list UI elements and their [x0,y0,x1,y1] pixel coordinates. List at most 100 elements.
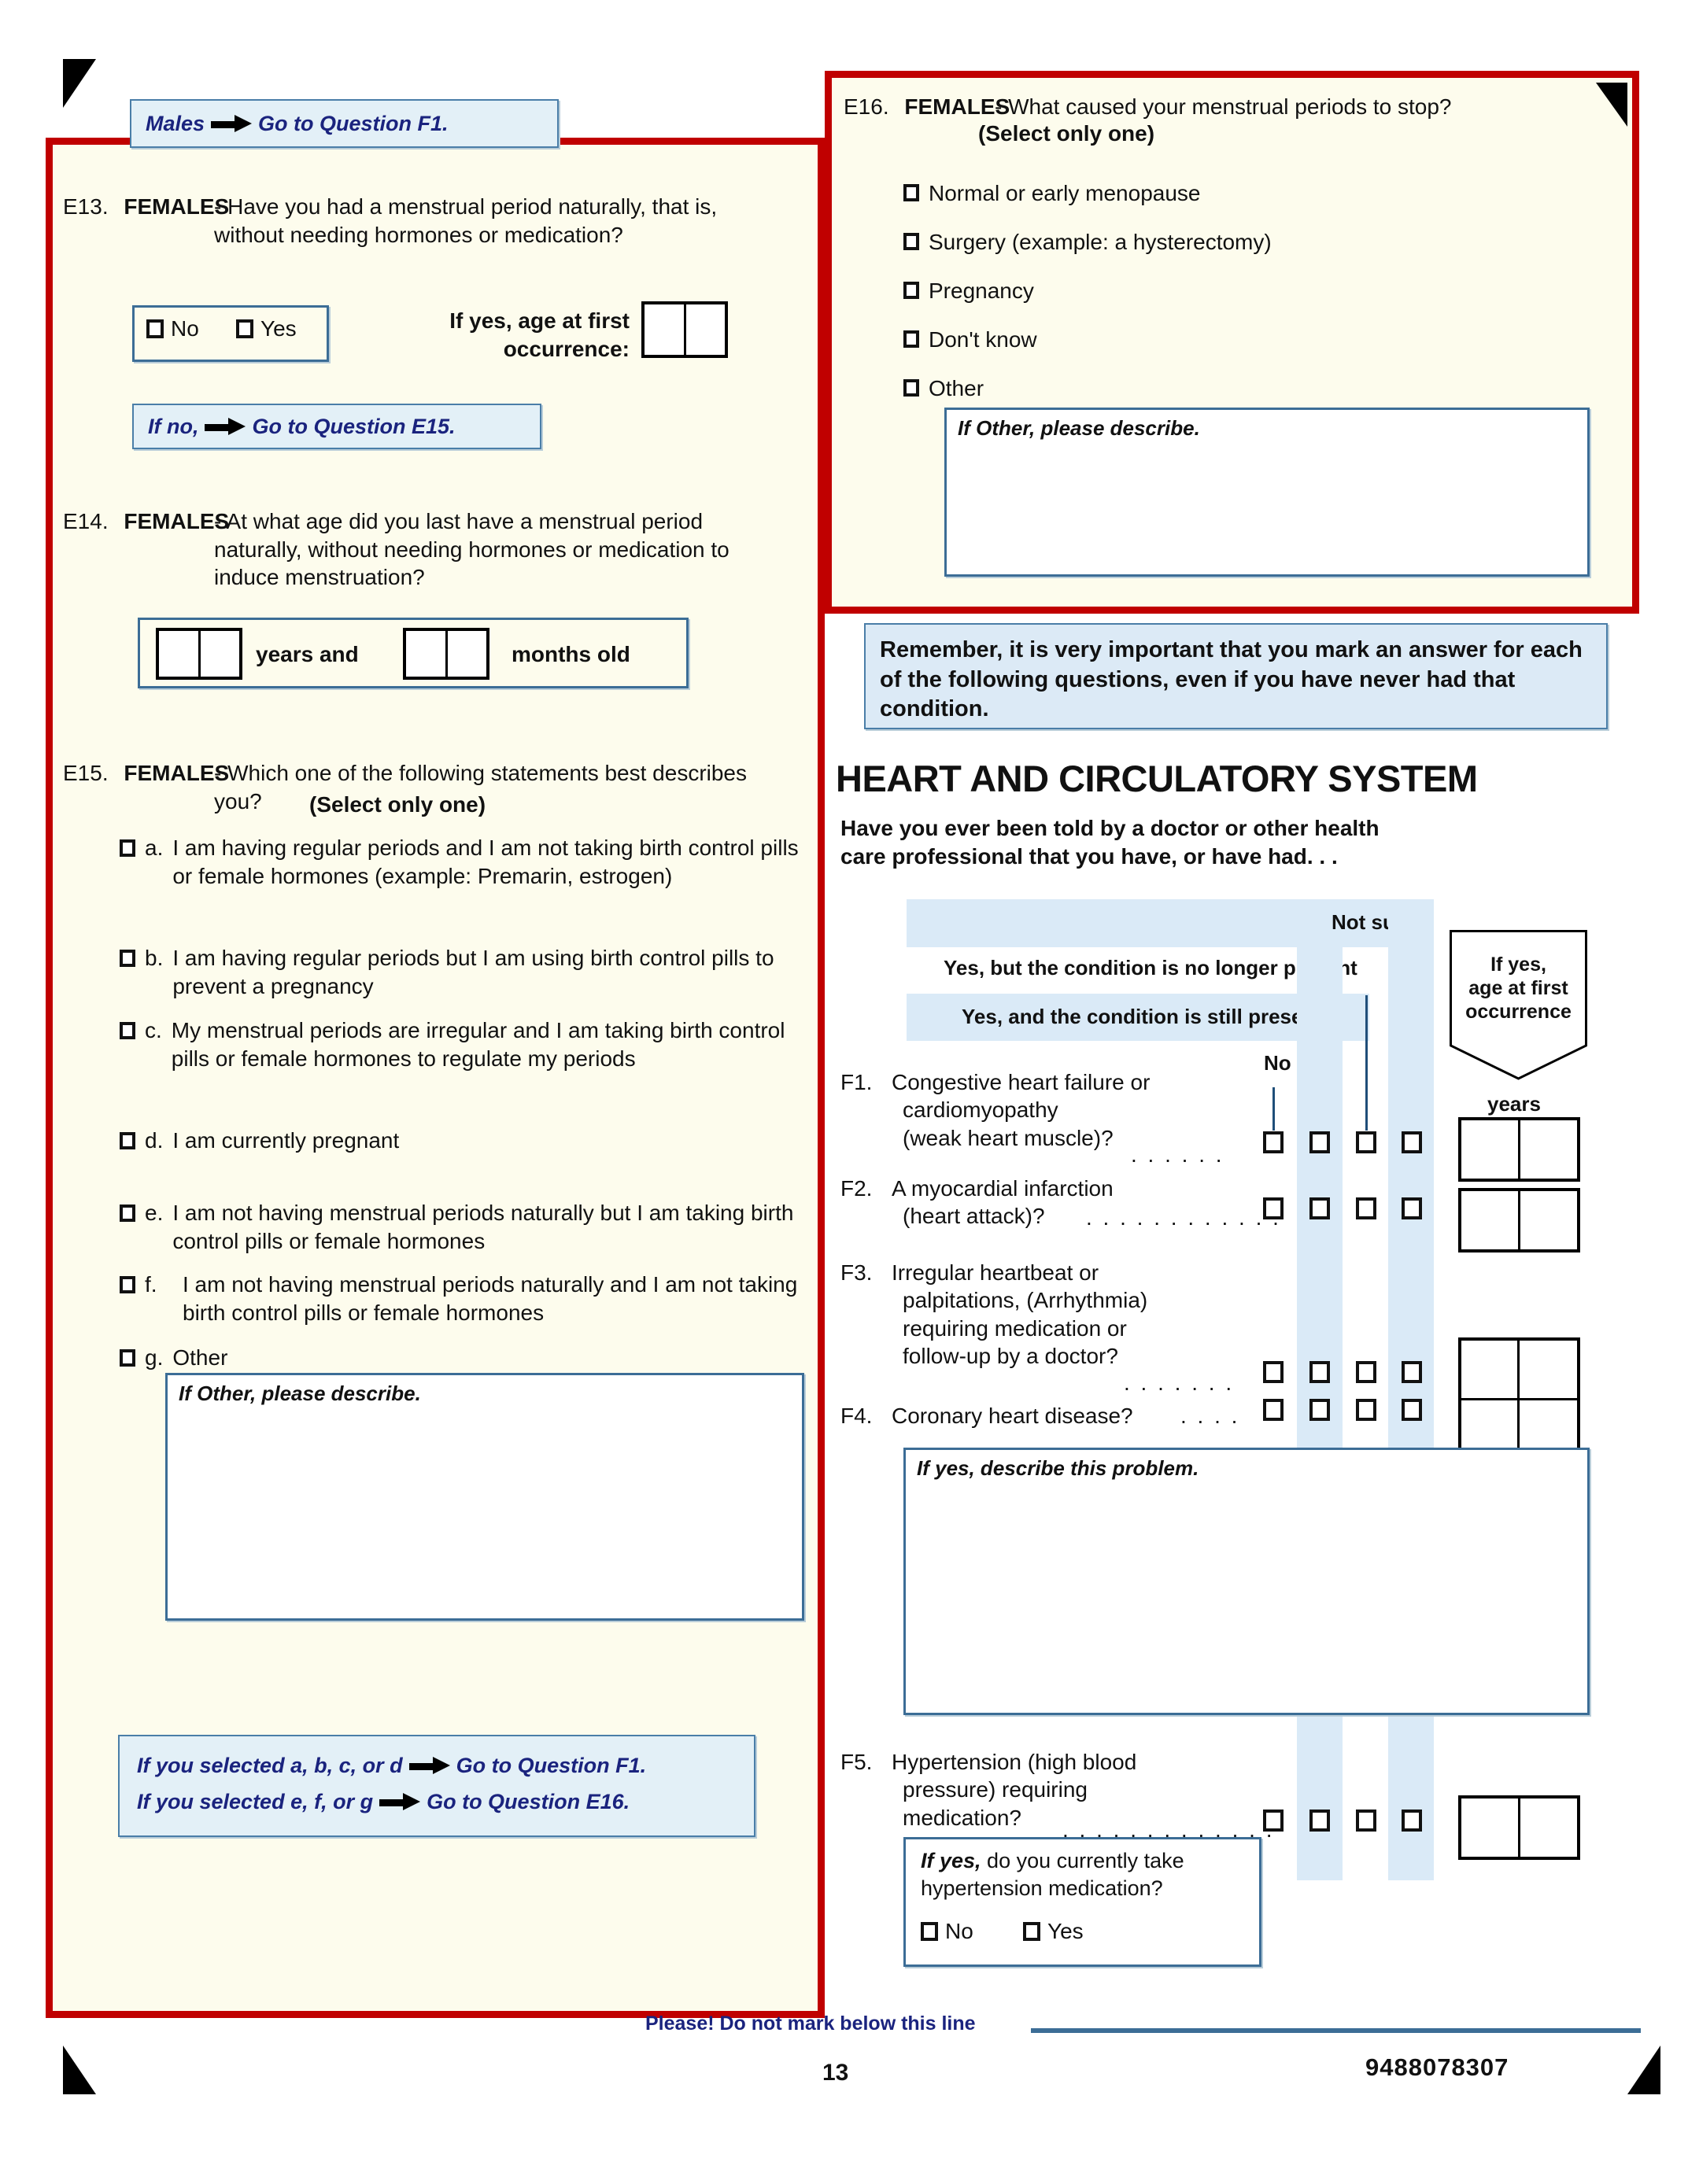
digit-cell[interactable] [1461,1191,1520,1249]
question-f3-line2: palpitations, (Arrhythmia) [903,1288,1148,1313]
f4-checkbox-no[interactable] [1263,1399,1284,1421]
checkbox-icon[interactable] [903,282,919,299]
question-e16-number: E16. [844,94,889,119]
f3-checkbox-still-present[interactable] [1309,1361,1330,1383]
f1-checkbox-still-present[interactable] [1309,1131,1330,1153]
e16-option-dont-know[interactable]: Don't know [903,326,1037,354]
e16-option-other-label: Other [929,376,984,400]
e15-other-hint: If Other, please describe. [179,1382,421,1405]
checkbox-icon[interactable] [903,379,919,397]
e15-other-describe-field[interactable]: If Other, please describe. [165,1373,804,1621]
f3-checkbox-no-longer-present[interactable] [1356,1361,1376,1383]
e16-option-surgery[interactable]: Surgery (example: a hysterectomy) [903,228,1272,256]
checkbox-icon[interactable] [120,839,135,857]
f2-checkbox-no-longer-present[interactable] [1356,1197,1376,1219]
checkbox-icon[interactable] [120,1276,135,1293]
e14-years-input[interactable] [156,628,242,680]
digit-cell[interactable] [406,631,448,677]
arrow-icon [408,1757,450,1774]
digit-cell[interactable] [645,304,686,355]
digit-cell[interactable] [1461,1341,1520,1400]
checkbox-icon[interactable] [120,950,135,967]
f5-age-input[interactable] [1458,1795,1580,1860]
f4-checkbox-no-longer-present[interactable] [1356,1399,1376,1421]
e16-option-menopause[interactable]: Normal or early menopause [903,179,1201,208]
question-f5-number: F5. [840,1750,873,1774]
f2-checkbox-still-present[interactable] [1309,1197,1330,1219]
e13-no-option[interactable]: No [146,315,199,343]
e15-option-b-letter: b. [145,946,164,970]
e15-option-a-label: I am having regular periods and I am not… [172,836,799,888]
checkbox-icon[interactable] [1023,1922,1040,1941]
f5-checkbox-still-present[interactable] [1309,1810,1330,1832]
f5-followup-yes-option[interactable]: Yes [1023,1917,1084,1946]
e15-skip-row-efg[interactable]: If you selected e, f, or g Go to Questio… [137,1784,737,1820]
f4-checkbox-not-sure[interactable] [1402,1399,1422,1421]
f4-checkbox-still-present[interactable] [1309,1399,1330,1421]
checkbox-icon[interactable] [236,319,253,338]
e16-option-pregnancy[interactable]: Pregnancy [903,277,1034,305]
f5-checkbox-no-longer-present[interactable] [1356,1810,1376,1832]
e15-option-f-letter: f. [145,1272,157,1297]
question-f3-line1: Irregular heartbeat or [892,1260,1099,1285]
e14-months-input[interactable] [403,628,489,680]
f2-age-input[interactable] [1458,1188,1580,1252]
digit-cell[interactable] [201,631,240,677]
checkbox-icon[interactable] [903,330,919,348]
checkbox-icon[interactable] [120,1349,135,1367]
f2-checkbox-no[interactable] [1263,1197,1284,1219]
e15-option-e[interactable]: e. I am not having menstrual periods nat… [120,1199,812,1256]
e15-option-b[interactable]: b. I am having regular periods but I am … [120,944,796,1001]
checkbox-icon[interactable] [146,319,164,338]
e13-yes-option[interactable]: Yes [236,315,297,343]
digit-cell[interactable] [159,631,201,677]
e15-skip-instructions[interactable]: If you selected a, b, c, or d Go to Ques… [118,1735,755,1837]
f3-checkbox-not-sure[interactable] [1402,1361,1422,1383]
e16-select-note: (Select only one) [978,121,1155,146]
question-e13: E13. FEMALES - Have you had a menstrual … [63,193,779,249]
f1-checkbox-no[interactable] [1263,1131,1284,1153]
e16-option-other[interactable]: Other [903,374,984,403]
column-shade-not-sure [1388,899,1434,1880]
checkbox-icon[interactable] [903,184,919,201]
f1-checkbox-not-sure[interactable] [1402,1131,1422,1153]
f5-followup-no-option[interactable]: No [921,1917,973,1946]
f3-f4-age-input[interactable] [1458,1337,1580,1463]
f5-checkbox-not-sure[interactable] [1402,1810,1422,1832]
f3-checkbox-no[interactable] [1263,1361,1284,1383]
e15-option-f[interactable]: f. I am not having menstrual periods nat… [120,1271,820,1327]
checkbox-icon[interactable] [921,1922,938,1941]
skip-males-go-to-f1[interactable]: Males Go to Question F1. [130,99,559,148]
skip-e13-no-go-to-e15[interactable]: If no, Go to Question E15. [132,404,541,449]
checkbox-icon[interactable] [120,1132,135,1149]
f5-checkbox-no[interactable] [1263,1810,1284,1832]
f1-checkbox-no-longer-present[interactable] [1356,1131,1376,1153]
e13-age-input[interactable] [641,301,728,358]
digit-cell[interactable] [686,304,726,355]
digit-cell[interactable] [1461,1120,1520,1179]
e15-option-d[interactable]: d. I am currently pregnant [120,1127,796,1155]
digit-cell[interactable] [1520,1120,1577,1179]
checkbox-icon[interactable] [903,233,919,250]
e15-option-d-letter: d. [145,1128,164,1153]
checkbox-icon[interactable] [120,1022,135,1039]
f4-describe-field[interactable]: If yes, describe this problem. [903,1448,1590,1715]
e15-option-a[interactable]: a. I am having regular periods and I am … [120,834,804,891]
e15-option-g[interactable]: g. Other [120,1344,796,1372]
question-f3-dots: . . . . . . . [1124,1371,1235,1395]
skip-males-target: Go to Question F1. [258,111,449,135]
e16-other-describe-field[interactable]: If Other, please describe. [944,408,1590,577]
e15-option-c[interactable]: c. My menstrual periods are irregular an… [120,1016,812,1073]
footer-rule [1031,2028,1641,2033]
e15-skip-row-abcd[interactable]: If you selected a, b, c, or d Go to Ques… [137,1747,737,1784]
leader-line-no-longer-present [1365,995,1368,1131]
digit-cell[interactable] [1520,1798,1577,1857]
digit-cell[interactable] [1520,1191,1577,1249]
digit-cell[interactable] [1519,1341,1577,1400]
checkbox-icon[interactable] [120,1205,135,1222]
f1-age-input[interactable] [1458,1117,1580,1182]
digit-cell[interactable] [1461,1798,1520,1857]
digit-cell[interactable] [448,631,487,677]
f2-checkbox-not-sure[interactable] [1402,1197,1422,1219]
question-f3-line4: follow-up by a doctor? [903,1343,1118,1368]
